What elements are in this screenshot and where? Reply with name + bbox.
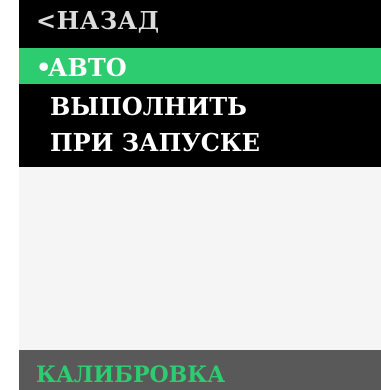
- footer-bar: КАЛИБРОВКА: [19, 350, 381, 390]
- screen-title: КАЛИБРОВКА: [36, 362, 226, 388]
- menu-panel: <НАЗАД •АВТО ВЫПОЛНИТЬ ПРИ ЗАПУСКЕ: [19, 0, 381, 167]
- menu-item-run[interactable]: ВЫПОЛНИТЬ: [19, 95, 381, 119]
- content-area: [19, 167, 381, 350]
- back-button[interactable]: <НАЗАД: [19, 9, 381, 45]
- menu-item-auto-label: АВТО: [48, 53, 127, 82]
- device-screen: <НАЗАД •АВТО ВЫПОЛНИТЬ ПРИ ЗАПУСКЕ КАЛИБ…: [19, 0, 381, 390]
- menu-item-on-startup[interactable]: ПРИ ЗАПУСКЕ: [19, 131, 381, 155]
- menu-item-auto[interactable]: •АВТО: [19, 48, 381, 84]
- selected-bullet-icon: •: [36, 53, 52, 82]
